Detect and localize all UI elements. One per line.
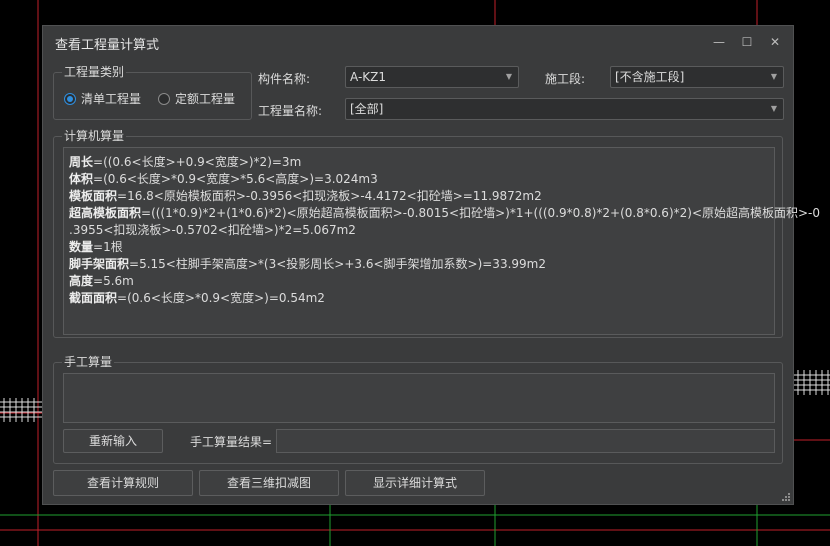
calc-line: 模板面积=16.8<原始模板面积>-0.3956<扣现浇板>-4.4172<扣砼…	[69, 189, 542, 203]
radio-quota-quantity-label: 定额工程量	[175, 92, 236, 106]
quantity-type-legend: 工程量类别	[62, 65, 127, 79]
manual-calc-text[interactable]	[63, 373, 775, 423]
view-3d-deduction-button[interactable]: 查看三维扣减图	[199, 470, 339, 496]
computer-calc-group: 计算机算量 周长=((0.6<长度>+0.9<宽度>)*2)=3m 体积=(0.…	[53, 129, 820, 338]
manual-result-input[interactable]	[276, 429, 775, 453]
show-detail-formula-button[interactable]: 显示详细计算式	[345, 470, 485, 496]
manual-calc-legend: 手工算量	[62, 355, 115, 369]
component-name-value: A-KZ1	[350, 70, 386, 84]
radio-bill-quantity[interactable]: 清单工程量	[64, 90, 141, 107]
calc-line: 周长=((0.6<长度>+0.9<宽度>)*2)=3m	[69, 155, 302, 169]
chevron-down-icon: ▼	[770, 104, 777, 113]
calc-line: 数量=1根	[69, 240, 123, 254]
calc-line: 脚手架面积=5.15<柱脚手架高度>*(3<投影周长>+3.6<脚手架增加系数>…	[69, 257, 546, 271]
computer-calc-text[interactable]: 周长=((0.6<长度>+0.9<宽度>)*2)=3m 体积=(0.6<长度>*…	[63, 147, 820, 335]
reenter-button[interactable]: 重新输入	[63, 429, 163, 453]
resize-grip-icon[interactable]	[781, 492, 791, 502]
component-name-label: 构件名称:	[258, 72, 311, 86]
chevron-down-icon: ▼	[770, 72, 777, 81]
calc-line: 超高模板面积=(((1*0.9)*2+(1*0.6)*2)<原始超高模板面积>-…	[69, 206, 821, 220]
quantity-name-select[interactable]: [全部] ▼	[345, 98, 784, 120]
window-title: 查看工程量计算式	[55, 38, 160, 53]
section-value: [不含施工段]	[615, 70, 685, 84]
radio-unselected-icon	[158, 92, 170, 105]
radio-quota-quantity[interactable]: 定额工程量	[158, 90, 235, 107]
section-select[interactable]: [不含施工段] ▼	[610, 66, 784, 88]
calc-line: 截面面积=(0.6<长度>*0.9<宽度>)=0.54m2	[69, 291, 325, 305]
close-icon[interactable]: ✕	[765, 32, 785, 52]
minimize-icon[interactable]: —	[709, 32, 729, 52]
dialog-window: 查看工程量计算式 — ☐ ✕ 工程量类别 清单工程量 定额工程量 构件名称: A…	[42, 25, 820, 505]
section-label: 施工段:	[545, 72, 586, 86]
chevron-down-icon: ▼	[505, 72, 512, 81]
component-name-select[interactable]: A-KZ1 ▼	[345, 66, 519, 88]
radio-bill-quantity-label: 清单工程量	[81, 92, 142, 106]
manual-result-label: 手工算量结果=	[190, 435, 273, 449]
view-rules-button[interactable]: 查看计算规则	[53, 470, 193, 496]
quantity-name-label: 工程量名称:	[258, 104, 323, 118]
quantity-type-group: 工程量类别 清单工程量 定额工程量	[53, 65, 252, 120]
title-bar[interactable]: 查看工程量计算式 — ☐ ✕	[43, 26, 793, 58]
maximize-icon[interactable]: ☐	[737, 32, 757, 52]
radio-selected-icon	[64, 92, 76, 105]
quantity-name-value: [全部]	[350, 102, 384, 116]
manual-calc-group: 手工算量 重新输入 手工算量结果=	[53, 355, 783, 464]
calc-line: 高度=5.6m	[69, 274, 134, 288]
calc-line: 体积=(0.6<长度>*0.9<宽度>*5.6<高度>)=3.024m3	[69, 172, 378, 186]
calc-line: .3955<扣现浇板>-0.5702<扣砼墙>)*2=5.067m2	[69, 223, 356, 237]
computer-calc-legend: 计算机算量	[62, 129, 127, 143]
